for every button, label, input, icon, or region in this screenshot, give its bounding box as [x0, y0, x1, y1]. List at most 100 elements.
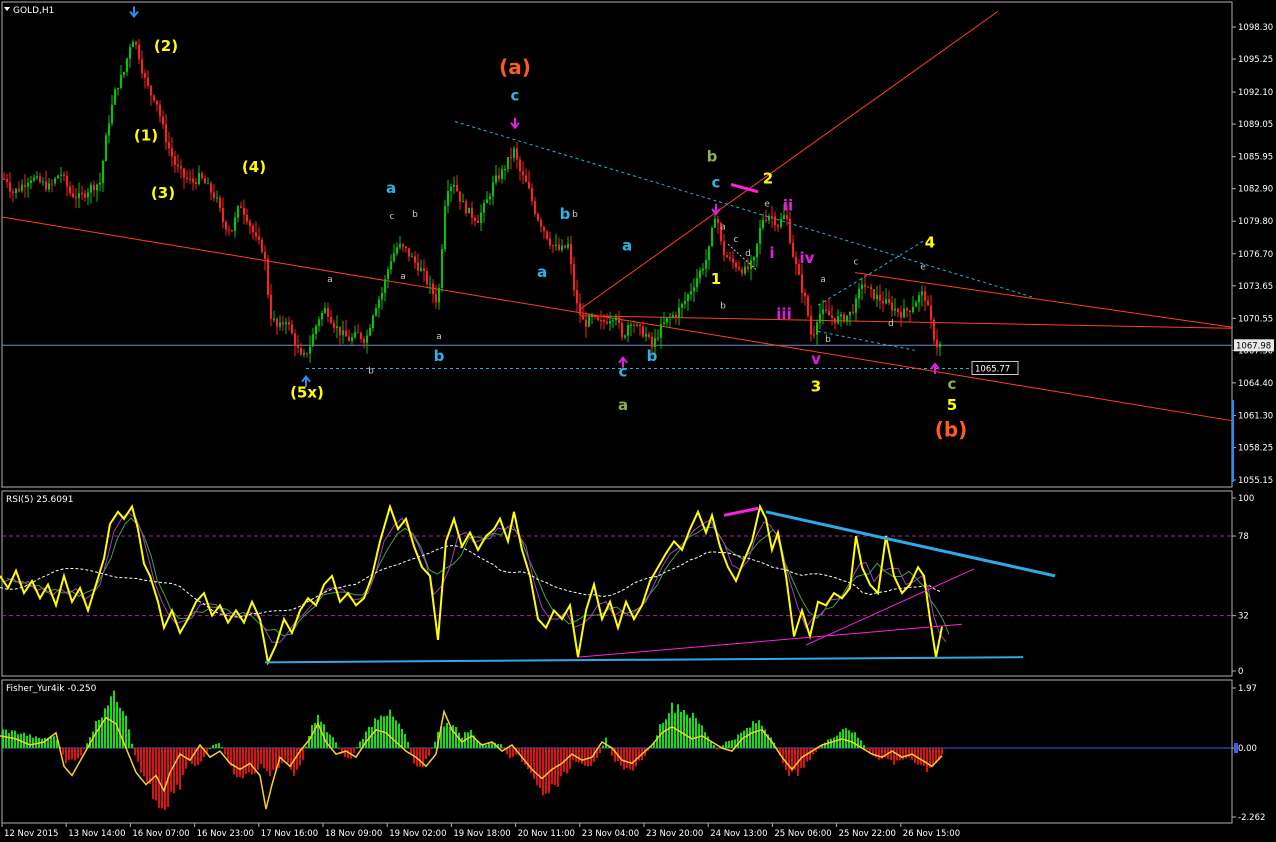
fisher-bar	[161, 748, 163, 809]
candle-body	[537, 213, 539, 221]
candle-body	[198, 173, 200, 184]
fisher-bar	[212, 745, 214, 749]
fisher-bar	[407, 742, 409, 749]
fisher-bar	[281, 748, 283, 764]
candle-body	[510, 157, 512, 159]
price-tick-label: 1061.30	[1238, 411, 1273, 421]
wave-label: v	[811, 350, 821, 368]
fisher-bar	[575, 748, 577, 763]
candle-body	[396, 247, 398, 254]
fisher-bar	[635, 748, 637, 767]
fisher-bar	[431, 748, 433, 750]
candle-body	[585, 319, 587, 327]
fisher-bar	[269, 748, 271, 777]
candle-body	[450, 186, 452, 192]
candle-body	[921, 291, 923, 296]
fisher-bar	[662, 722, 664, 749]
fisher-bar	[200, 748, 202, 762]
candle-body	[816, 322, 818, 335]
candle-body	[93, 184, 95, 191]
fisher-bar	[443, 726, 445, 749]
candle-body	[420, 268, 422, 271]
candle-body	[669, 316, 671, 318]
fisher-bar	[560, 748, 562, 777]
fisher-bar	[782, 748, 784, 764]
candle-body	[162, 116, 164, 125]
candle-body	[846, 315, 848, 322]
candle-body	[603, 320, 605, 322]
fisher-bar	[674, 712, 676, 749]
candle-body	[780, 218, 782, 227]
fisher-bar	[488, 743, 490, 749]
candle-body	[486, 199, 488, 204]
candle-body	[177, 164, 179, 167]
candle-body	[513, 148, 515, 158]
fisher-bar	[182, 748, 184, 776]
fisher-bar	[32, 737, 34, 749]
fisher-bar	[158, 748, 160, 808]
rsi-tick-label: 100	[1238, 494, 1254, 504]
candle-body	[771, 215, 773, 217]
candle-body	[234, 217, 236, 232]
time-tick-label: 19 Nov 18:00	[453, 829, 510, 839]
fisher-bar	[602, 745, 604, 749]
fisher-bar	[476, 741, 478, 749]
fisher-bar	[317, 714, 319, 749]
candle-body	[735, 262, 737, 268]
candle-body	[597, 316, 599, 320]
rsi-tick-label: 78	[1238, 532, 1249, 542]
fisher-bar	[818, 748, 820, 750]
wave-label: a	[820, 275, 826, 285]
fisher-bar	[236, 748, 238, 778]
fisher-bar	[605, 737, 607, 749]
candle-body	[831, 315, 833, 318]
fisher-bar	[152, 748, 154, 800]
fisher-bar	[344, 748, 346, 758]
candle-body	[204, 178, 206, 184]
fisher-bar	[296, 748, 298, 770]
candle-body	[687, 294, 689, 302]
candle-body	[129, 47, 131, 59]
price-tick-label: 1064.40	[1238, 379, 1273, 389]
fisher-bar	[26, 735, 28, 749]
candle-body	[495, 175, 497, 183]
candle-body	[45, 181, 47, 190]
candle-body	[471, 207, 473, 218]
wave-label: 4	[925, 233, 935, 251]
fisher-bar	[803, 748, 805, 768]
fisher-bar	[890, 748, 892, 761]
candle-body	[501, 169, 503, 179]
fisher-bar	[485, 745, 487, 749]
fisher-bar	[338, 748, 340, 750]
candle-body	[264, 251, 266, 259]
rsi-pane-title: RSI(5) 25.6091	[6, 495, 73, 505]
candle-body	[873, 289, 875, 299]
candle-body	[621, 322, 623, 338]
candle-body	[183, 168, 185, 178]
fisher-bar	[848, 730, 850, 749]
fisher-bar	[62, 748, 64, 755]
candle-body	[405, 246, 407, 249]
fisher-bar	[755, 723, 757, 749]
fisher-bar	[629, 748, 631, 770]
fisher-bar	[578, 748, 580, 763]
candle-body	[288, 322, 290, 325]
fisher-bar	[695, 718, 697, 749]
candle-body	[18, 188, 20, 191]
candle-body	[57, 175, 59, 179]
time-tick-label: 23 Nov 04:00	[582, 829, 639, 839]
fisher-bar	[245, 748, 247, 774]
wave-label: 5	[947, 396, 957, 414]
candle-body	[519, 159, 521, 172]
candle-body	[564, 245, 566, 248]
fisher-bar	[221, 747, 223, 749]
time-tick-label: 26 Nov 15:00	[903, 829, 960, 839]
candle-body	[330, 317, 332, 323]
candle-body	[762, 219, 764, 228]
candle-body	[120, 74, 122, 88]
fisher-bar	[743, 730, 745, 749]
candle-body	[792, 242, 794, 257]
wave-label: b	[368, 366, 374, 376]
fisher-bar	[677, 704, 679, 749]
chart-canvas: GOLD,H1 1065.77 (2)(1)(3)(4)(5x)(a)(b)ab…	[0, 0, 1276, 842]
